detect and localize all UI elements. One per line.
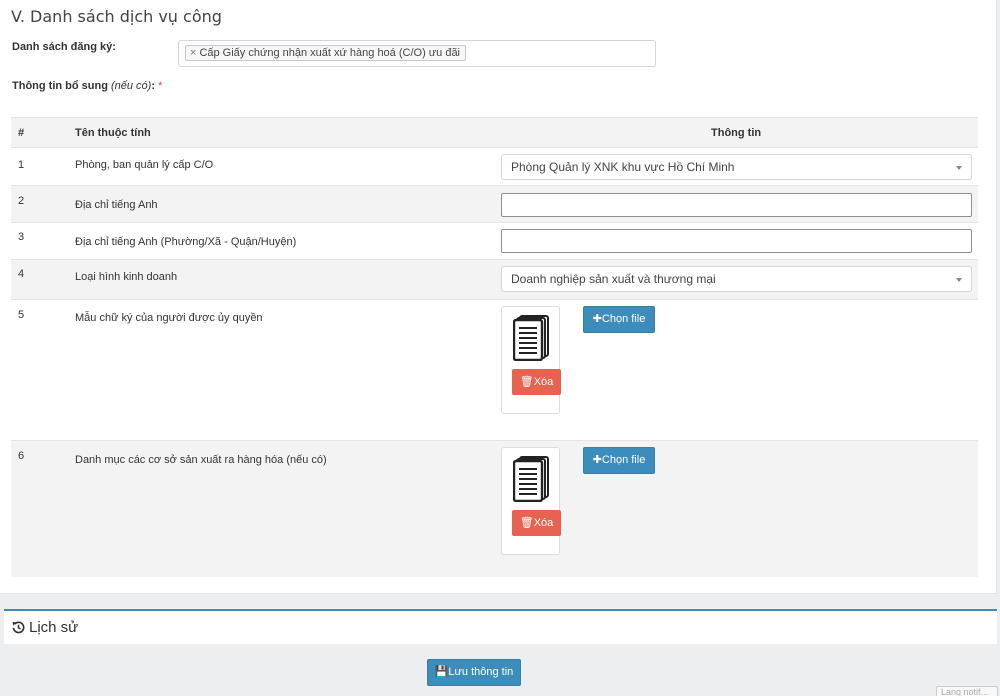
save-button[interactable]: 💾Lưu thông tin (427, 659, 521, 686)
history-title: Lịch sử (29, 619, 79, 636)
document-icon (513, 315, 549, 361)
table-row: 1 Phòng, ban quản lý cấp C/O Phòng Quản … (11, 147, 978, 185)
row-name: Loại hình kinh doanh (75, 271, 178, 283)
history-icon (12, 621, 25, 634)
management-office-value: Phòng Quản lý XNK khu vực Hồ Chí Minh (511, 160, 735, 174)
delete-facilities-button[interactable]: 🗑Xóa (512, 510, 561, 536)
row-name: Địa chỉ tiếng Anh (Phường/Xã - Quận/Huyệ… (75, 236, 297, 248)
table-row: 3 Địa chỉ tiếng Anh (Phường/Xã - Quận/Hu… (11, 222, 978, 259)
extra-info-note: (nếu có) (110, 80, 152, 92)
registration-label: Danh sách đăng ký: (12, 41, 116, 53)
table-header: # Tên thuộc tính Thông tin (11, 117, 978, 147)
row-name: Mẫu chữ ký của người được ủy quyền (75, 312, 263, 324)
row-num: 6 (18, 450, 25, 462)
choose-signature-file-button[interactable]: ✚Chọn file (583, 306, 655, 333)
business-type-value: Doanh nghiệp sản xuất và thương mại (511, 272, 716, 286)
plus-icon: ✚ (592, 313, 602, 325)
row-num: 3 (18, 231, 25, 243)
dropdown-caret-icon (956, 166, 962, 170)
header-info: Thông tin (711, 127, 762, 139)
english-ward-district-input[interactable] (501, 229, 972, 253)
trash-icon: 🗑 (519, 517, 534, 529)
row-num: 2 (18, 195, 25, 207)
facilities-file-preview: 🗑Xóa (501, 447, 561, 555)
table-row: 4 Loại hình kinh doanh Doanh nghiệp sản … (11, 259, 978, 299)
extra-info-label: Thông tin bổ sung (nếu có): * (12, 80, 162, 92)
signature-file-preview: 🗑Xóa (501, 306, 561, 414)
management-office-select[interactable]: Phòng Quản lý XNK khu vực Hồ Chí Minh (501, 154, 972, 180)
service-list-panel: V. Danh sách dịch vụ công Danh sách đăng… (0, 0, 997, 594)
save-label: Lưu thông tin (448, 666, 514, 678)
selected-service-label: Cấp Giấy chứng nhận xuất xứ hàng hoá (C/… (199, 47, 461, 59)
corner-widget[interactable]: Lang notif... (936, 686, 998, 696)
business-type-select[interactable]: Doanh nghiệp sản xuất và thương mại (501, 266, 972, 292)
section-title: V. Danh sách dịch vụ công (11, 7, 222, 26)
row-num: 5 (18, 309, 25, 321)
dropdown-caret-icon (956, 278, 962, 282)
document-icon (513, 456, 549, 502)
header-name: Tên thuộc tính (75, 127, 151, 139)
table-row: 2 Địa chỉ tiếng Anh (11, 185, 978, 222)
required-mark: * (158, 80, 163, 92)
remove-tag-button[interactable]: × (190, 47, 196, 59)
attributes-table: # Tên thuộc tính Thông tin 1 Phòng, ban … (11, 117, 978, 577)
table-row: 6 Danh mục các cơ sở sản xuất ra hàng hó… (11, 440, 978, 577)
row-num: 4 (18, 268, 25, 280)
english-address-input[interactable] (501, 193, 972, 217)
row-name: Danh mục các cơ sở sản xuất ra hàng hóa … (75, 454, 327, 466)
delete-label: Xóa (533, 376, 554, 388)
registration-multiselect[interactable]: × Cấp Giấy chứng nhận xuất xứ hàng hoá (C… (178, 40, 656, 67)
plus-icon: ✚ (592, 454, 602, 466)
choose-facilities-file-button[interactable]: ✚Chọn file (583, 447, 655, 474)
delete-signature-button[interactable]: 🗑Xóa (512, 369, 561, 395)
selected-service-tag: × Cấp Giấy chứng nhận xuất xứ hàng hoá (C… (185, 45, 467, 61)
delete-label: Xóa (533, 517, 554, 529)
trash-icon: 🗑 (519, 376, 534, 388)
save-icon: 💾 (434, 666, 449, 678)
table-row: 5 Mẫu chữ ký của người được ủy quyền 🗑Xó… (11, 299, 978, 440)
extra-info-text: Thông tin bổ sung (12, 80, 108, 92)
choose-file-label: Chọn file (601, 454, 646, 466)
extra-info-colon: : (151, 80, 156, 92)
choose-file-label: Chọn file (601, 313, 646, 325)
header-num: # (18, 127, 25, 139)
row-name: Phòng, ban quản lý cấp C/O (75, 159, 214, 171)
row-name: Địa chỉ tiếng Anh (75, 199, 158, 211)
history-section[interactable]: Lịch sử (4, 609, 997, 644)
row-num: 1 (18, 159, 25, 171)
